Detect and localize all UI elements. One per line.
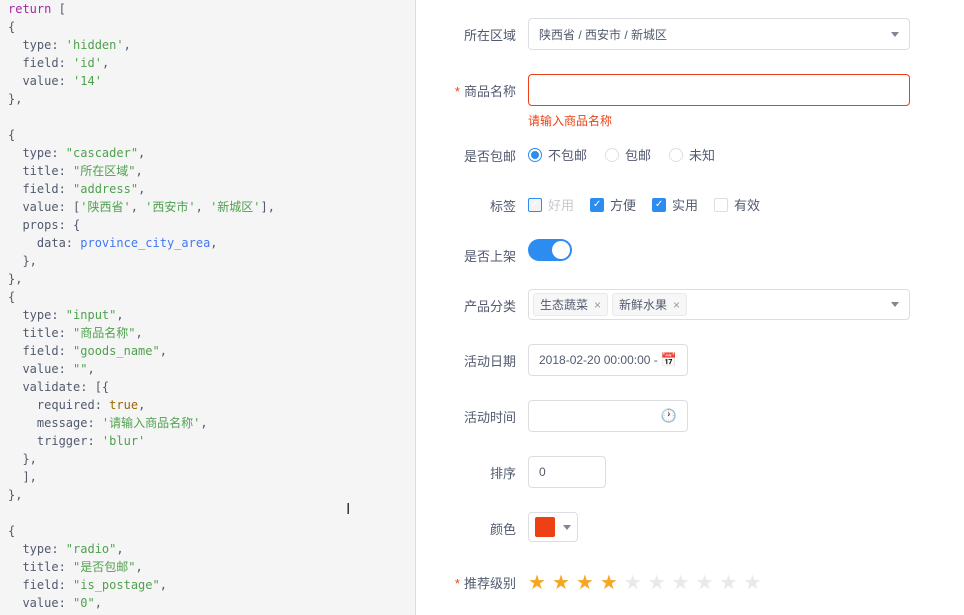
star-icon[interactable]: ★ (600, 570, 618, 595)
checkbox-box-icon (714, 198, 728, 212)
field-postage: 是否包邮 不包邮 包邮 未知 (428, 139, 948, 165)
datepicker-value: 2018-02-20 00:00:00 - (539, 353, 658, 367)
label-tags: 标签 (428, 189, 528, 215)
field-area: 所在区域 陕西省 / 西安市 / 新城区 (428, 18, 948, 50)
radio-group-postage: 不包邮 包邮 未知 (528, 139, 948, 164)
clock-icon: 🕐 (661, 408, 677, 424)
code-panel: return [{ type: 'hidden', field: 'id', v… (0, 0, 416, 615)
label-postage: 是否包邮 (428, 139, 528, 165)
label-category: 产品分类 (428, 289, 528, 315)
field-color: 颜色 (428, 512, 948, 542)
field-rating: *推荐级别 ★★★★★★★★★★ (428, 566, 948, 595)
checkbox-label: 方便 (610, 195, 636, 214)
radio-circle-icon (669, 148, 683, 162)
radio-label: 不包邮 (548, 145, 587, 164)
category-tags: 生态蔬菜×新鲜水果× (533, 293, 687, 316)
radio-postage-option[interactable]: 不包邮 (528, 145, 587, 164)
checkbox-tag[interactable]: ✓ 实用 (652, 195, 698, 214)
label-onshelf: 是否上架 (428, 239, 528, 265)
checkbox-tag: ✓ 好用 (528, 195, 574, 214)
field-time: 活动时间 🕐 (428, 400, 948, 432)
chevron-down-icon (563, 525, 571, 530)
switch-onshelf[interactable] (528, 239, 572, 261)
label-area: 所在区域 (428, 18, 528, 44)
field-onshelf: 是否上架 (428, 239, 948, 265)
text-cursor-icon: I (346, 501, 350, 519)
error-goods-name: 请输入商品名称 (528, 112, 948, 129)
radio-circle-icon (528, 148, 542, 162)
label-date: 活动日期 (428, 344, 528, 370)
star-icon[interactable]: ★ (528, 570, 546, 595)
label-goods-name: *商品名称 (428, 74, 528, 100)
checkbox-tag[interactable]: ✓ 方便 (590, 195, 636, 214)
checkbox-group-tags: ✓ 好用 ✓ 方便 ✓ 实用 有效 (528, 189, 948, 214)
checkbox-box-icon: ✓ (590, 198, 604, 212)
checkbox-box-icon: ✓ (528, 198, 542, 212)
number-input-sort[interactable]: 0 (528, 456, 606, 488)
star-icon[interactable]: ★ (576, 570, 594, 595)
checkbox-tag[interactable]: 有效 (714, 195, 760, 214)
datepicker-activity[interactable]: 2018-02-20 00:00:00 - 📅 (528, 344, 688, 376)
close-icon[interactable]: × (673, 298, 680, 312)
timepicker-activity[interactable]: 🕐 (528, 400, 688, 432)
switch-handle (552, 241, 570, 259)
select-tag: 生态蔬菜× (533, 293, 608, 316)
star-icon[interactable]: ★ (696, 570, 714, 595)
checkbox-box-icon: ✓ (652, 198, 666, 212)
label-rating: *推荐级别 (428, 566, 528, 592)
input-goods-name[interactable] (528, 74, 910, 106)
radio-label: 未知 (689, 145, 715, 164)
field-goods-name: *商品名称 请输入商品名称 (428, 74, 948, 129)
cascader-value: 陕西省 / 西安市 / 新城区 (539, 26, 667, 43)
rating-widget[interactable]: ★★★★★★★★★★ (528, 566, 948, 595)
color-picker[interactable] (528, 512, 578, 542)
checkbox-label: 好用 (548, 195, 574, 214)
radio-circle-icon (605, 148, 619, 162)
field-tags: 标签 ✓ 好用 ✓ 方便 ✓ 实用 有效 (428, 189, 948, 215)
label-color: 颜色 (428, 512, 528, 538)
star-icon[interactable]: ★ (648, 570, 666, 595)
form-panel: 所在区域 陕西省 / 西安市 / 新城区 *商品名称 请输入商品名称 是否包邮 … (416, 0, 964, 615)
color-swatch (535, 517, 555, 537)
star-icon[interactable]: ★ (624, 570, 642, 595)
cascader-area[interactable]: 陕西省 / 西安市 / 新城区 (528, 18, 910, 50)
radio-postage-option[interactable]: 未知 (669, 145, 715, 164)
star-icon[interactable]: ★ (743, 570, 761, 595)
star-icon[interactable]: ★ (720, 570, 738, 595)
radio-postage-option[interactable]: 包邮 (605, 145, 651, 164)
radio-label: 包邮 (625, 145, 651, 164)
calendar-icon: 📅 (661, 352, 677, 368)
checkbox-label: 实用 (672, 195, 698, 214)
code-block: return [{ type: 'hidden', field: 'id', v… (8, 0, 408, 612)
label-time: 活动时间 (428, 400, 528, 426)
number-value: 0 (539, 465, 546, 479)
chevron-down-icon (891, 32, 899, 37)
field-date: 活动日期 2018-02-20 00:00:00 - 📅 (428, 344, 948, 376)
chevron-down-icon (891, 302, 899, 307)
star-icon[interactable]: ★ (672, 570, 690, 595)
select-category[interactable]: 生态蔬菜×新鲜水果× (528, 289, 910, 320)
close-icon[interactable]: × (594, 298, 601, 312)
field-category: 产品分类 生态蔬菜×新鲜水果× (428, 289, 948, 320)
star-icon[interactable]: ★ (552, 570, 570, 595)
checkbox-label: 有效 (734, 195, 760, 214)
select-tag: 新鲜水果× (612, 293, 687, 316)
label-sort: 排序 (428, 456, 528, 482)
field-sort: 排序 0 (428, 456, 948, 488)
